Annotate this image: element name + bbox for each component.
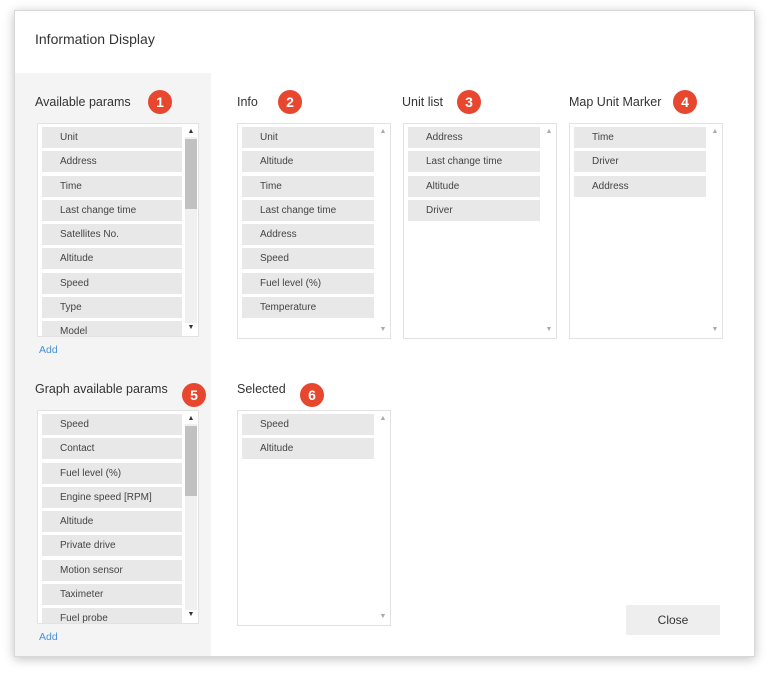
badge-1: 1 [148, 90, 172, 114]
list-item[interactable]: Taximeter [42, 584, 182, 606]
list-item[interactable]: Time [42, 175, 182, 197]
graph-available-params-scrollbar[interactable]: ▲ ▼ [184, 411, 198, 623]
scroll-down-icon[interactable]: ▼ [184, 322, 198, 334]
unit-list-label: Unit list [402, 95, 443, 109]
scroll-up-icon[interactable]: ▲ [542, 126, 556, 138]
list-item[interactable]: Address [242, 224, 374, 246]
list-item[interactable]: Fuel probe [42, 608, 182, 623]
list-item[interactable]: Address [42, 151, 182, 173]
information-display-dialog: Information Display Available params 1 U… [14, 10, 755, 657]
scrollbar-thumb[interactable] [185, 426, 197, 496]
available-params-items: Unit Address Time Last change time Satellite… [42, 127, 182, 336]
list-item[interactable]: Speed [242, 414, 374, 435]
list-item[interactable]: Fuel level (%) [242, 272, 374, 294]
map-unit-marker-list[interactable]: Time Driver Address ▲ ▼ [569, 123, 723, 339]
list-item[interactable]: Speed [42, 272, 182, 294]
scrollbar-track[interactable] [185, 424, 197, 610]
selected-scrollbar[interactable]: ▲ ▼ [376, 411, 390, 625]
list-item[interactable]: Private drive [42, 535, 182, 557]
list-item[interactable]: Altitude [42, 248, 182, 270]
list-item[interactable]: Satellites No. [42, 224, 182, 246]
graph-available-params-label: Graph available params [35, 382, 168, 396]
list-item[interactable]: Type [42, 297, 182, 319]
list-item[interactable]: Model [42, 321, 182, 336]
list-item[interactable]: Unit [242, 127, 374, 148]
list-item[interactable]: Unit [42, 127, 182, 148]
scroll-down-icon[interactable]: ▼ [708, 324, 722, 336]
list-item[interactable]: Speed [242, 248, 374, 270]
list-item[interactable]: Driver [408, 199, 540, 221]
graph-available-params-list[interactable]: Speed Contact Fuel level (%) Engine speed [… [37, 410, 199, 624]
list-item[interactable]: Address [408, 127, 540, 148]
map-unit-marker-label: Map Unit Marker [569, 95, 662, 109]
scrollbar-track[interactable] [185, 137, 197, 323]
badge-5: 5 [182, 383, 206, 407]
scroll-up-icon[interactable]: ▲ [708, 126, 722, 138]
available-params-scrollbar[interactable]: ▲ ▼ [184, 124, 198, 336]
add-graph-param-link[interactable]: Add [39, 631, 58, 643]
close-button[interactable]: Close [626, 605, 720, 635]
unit-list-list[interactable]: Address Last change time Altitude Driver ▲ … [403, 123, 557, 339]
list-item[interactable]: Altitude [242, 438, 374, 460]
dialog-title: Information Display [35, 31, 155, 47]
list-item[interactable]: Time [242, 175, 374, 197]
info-items: Unit Altitude Time Last change time Address S… [242, 127, 374, 321]
map-unit-marker-items: Time Driver Address [574, 127, 706, 200]
unit-list-items: Address Last change time Altitude Driver [408, 127, 540, 224]
list-item[interactable]: Motion sensor [42, 559, 182, 581]
scroll-down-icon[interactable]: ▼ [376, 324, 390, 336]
selected-items: Speed Altitude [242, 414, 374, 463]
list-item[interactable]: Last change time [408, 151, 540, 173]
info-scrollbar[interactable]: ▲ ▼ [376, 124, 390, 338]
list-item[interactable]: Altitude [408, 175, 540, 197]
add-available-param-link[interactable]: Add [39, 344, 58, 356]
list-item[interactable]: Engine speed [RPM] [42, 486, 182, 508]
available-params-list[interactable]: Unit Address Time Last change time Satellite… [37, 123, 199, 337]
scroll-down-icon[interactable]: ▼ [542, 324, 556, 336]
list-item[interactable]: Driver [574, 151, 706, 173]
scroll-down-icon[interactable]: ▼ [184, 609, 198, 621]
list-item[interactable]: Speed [42, 414, 182, 435]
scroll-up-icon[interactable]: ▲ [376, 126, 390, 138]
selected-label: Selected [237, 382, 286, 396]
list-item[interactable]: Time [574, 127, 706, 148]
list-item[interactable]: Last change time [42, 199, 182, 221]
list-item[interactable]: Contact [42, 438, 182, 460]
list-item[interactable]: Altitude [242, 151, 374, 173]
scroll-down-icon[interactable]: ▼ [376, 611, 390, 623]
badge-3: 3 [457, 90, 481, 114]
badge-6: 6 [300, 383, 324, 407]
scroll-up-icon[interactable]: ▲ [376, 413, 390, 425]
info-list[interactable]: Unit Altitude Time Last change time Address S… [237, 123, 391, 339]
unit-list-scrollbar[interactable]: ▲ ▼ [542, 124, 556, 338]
selected-list[interactable]: Speed Altitude ▲ ▼ [237, 410, 391, 626]
list-item[interactable]: Address [574, 175, 706, 197]
info-label: Info [237, 95, 258, 109]
list-item[interactable]: Fuel level (%) [42, 462, 182, 484]
map-unit-marker-scrollbar[interactable]: ▲ ▼ [708, 124, 722, 338]
badge-4: 4 [673, 90, 697, 114]
graph-available-params-items: Speed Contact Fuel level (%) Engine speed [… [42, 414, 182, 623]
list-item[interactable]: Last change time [242, 199, 374, 221]
scrollbar-thumb[interactable] [185, 139, 197, 209]
list-item[interactable]: Altitude [42, 511, 182, 533]
available-params-label: Available params [35, 95, 131, 109]
badge-2: 2 [278, 90, 302, 114]
list-item[interactable]: Temperature [242, 297, 374, 319]
